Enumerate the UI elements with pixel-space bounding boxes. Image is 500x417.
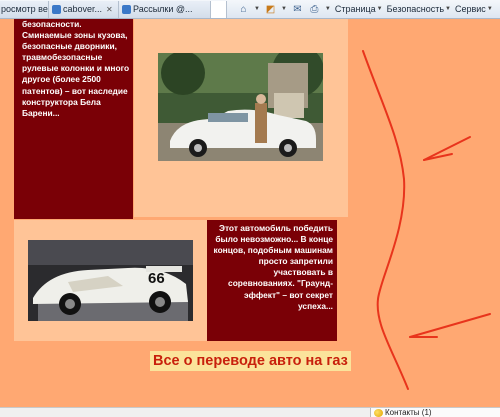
home-icon[interactable]: ⌂ [237, 3, 250, 15]
chevron-down-icon: ▼ [376, 6, 383, 12]
service-menu-label: Сервис [454, 4, 486, 14]
browser-toolbar: росмотр ве... cabover... ✕ Рассылки @...… [0, 0, 500, 19]
article-text: Этот автомобиль победить было невозможно… [213, 223, 333, 311]
contacts-icon [374, 409, 383, 417]
article-text-block: безопасности. Сминаемые зоны кузова, без… [14, 19, 133, 219]
page-menu-label: Страница [334, 4, 376, 14]
contacts-label: Контакты (1) [385, 408, 432, 417]
race-car-number: 66 [148, 270, 165, 287]
print-icon[interactable]: ⎙ [308, 3, 321, 15]
browser-tab[interactable]: росмотр ве... [0, 0, 49, 18]
tab-label: росмотр ве... [1, 4, 48, 14]
tab-label: cabover... [63, 4, 103, 14]
close-icon[interactable]: ✕ [106, 5, 113, 14]
page-menu[interactable]: Страница ▼ [335, 4, 383, 14]
web-page: безопасности. Сминаемые зоны кузова, без… [0, 19, 500, 408]
chevron-down-icon: ▼ [445, 6, 451, 12]
tab-favicon-icon [122, 4, 131, 14]
chevron-down-icon[interactable]: ▼ [254, 6, 260, 12]
service-menu[interactable]: Сервис ▼ [455, 4, 493, 14]
race-car-photo: 66 [28, 240, 193, 321]
browser-tab[interactable]: Рассылки @... [119, 0, 211, 18]
rss-icon[interactable]: ◩ [264, 3, 277, 15]
chevron-down-icon: ▼ [486, 6, 493, 12]
article-text-block: Этот автомобиль победить было невозможно… [207, 220, 337, 341]
tab-favicon-icon [52, 4, 61, 14]
status-bar: Контакты (1) [0, 407, 500, 417]
new-tab-button[interactable] [211, 0, 227, 18]
mail-icon[interactable]: ✉ [291, 3, 304, 15]
article-text: безопасности. Сминаемые зоны кузова, без… [22, 19, 130, 118]
tab-label: Рассылки @... [133, 4, 193, 14]
gas-conversion-link[interactable]: Все о переводе авто на газ [150, 351, 351, 371]
contacts-button[interactable]: Контакты (1) [370, 408, 500, 417]
browser-tab[interactable]: cabover... ✕ [49, 0, 119, 18]
chevron-down-icon[interactable]: ▼ [325, 6, 331, 12]
chevron-down-icon[interactable]: ▼ [281, 6, 287, 12]
vintage-car-photo [158, 53, 323, 161]
security-menu-label: Безопасность [386, 4, 445, 14]
security-menu[interactable]: Безопасность ▼ [387, 4, 451, 14]
